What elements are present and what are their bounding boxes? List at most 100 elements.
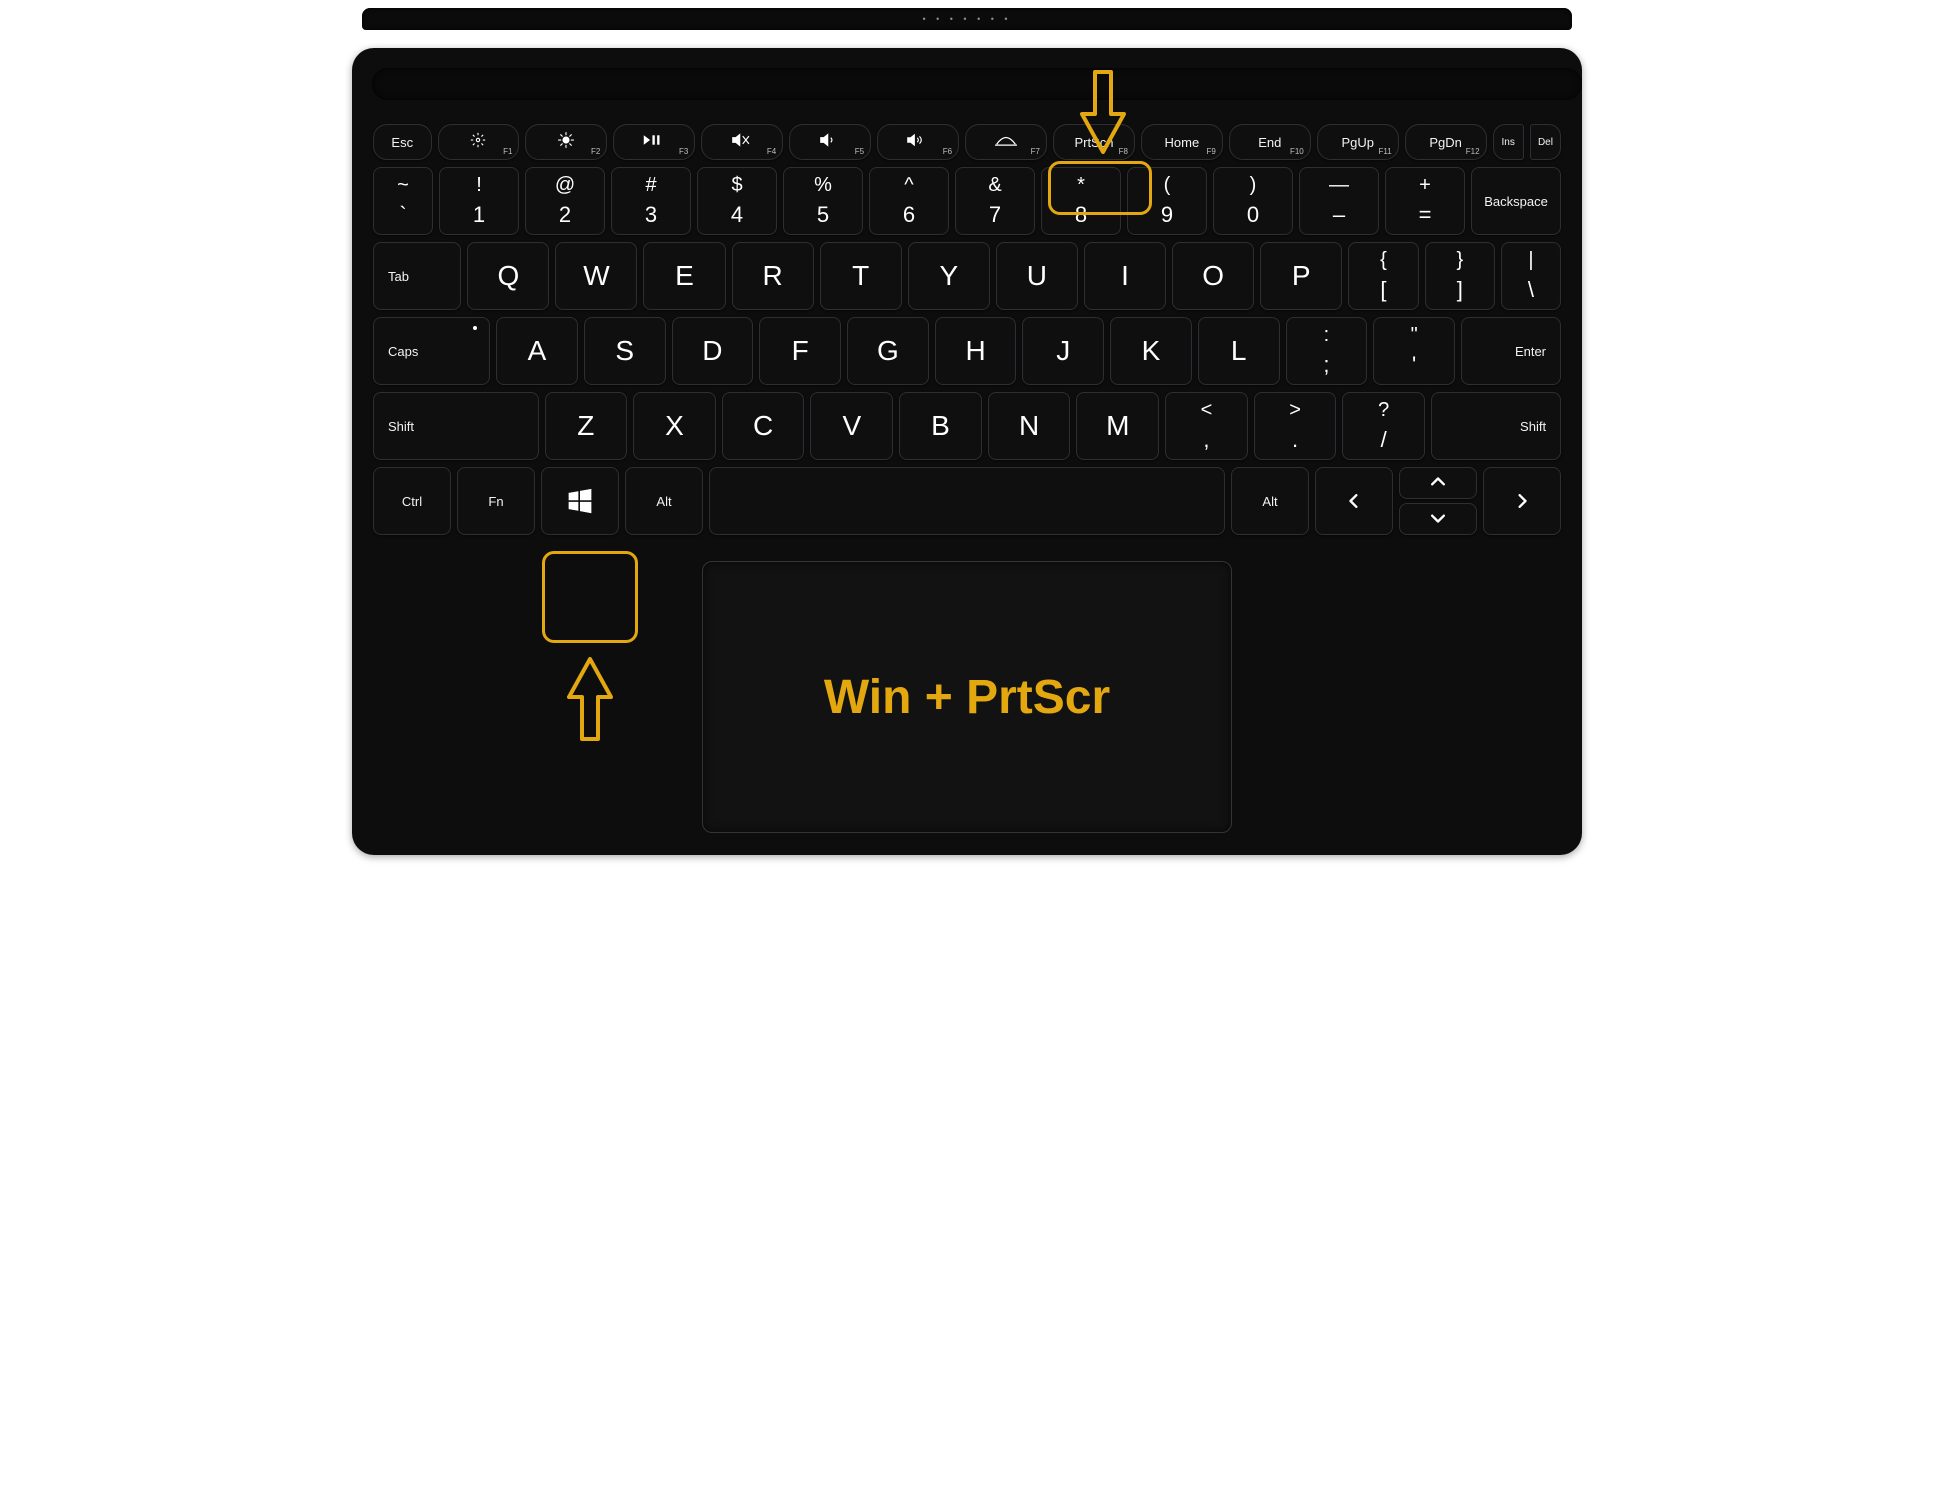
kb-bright-icon — [995, 133, 1017, 151]
overlay-caption: Win + PrtScr — [824, 670, 1110, 725]
keys-area: Esc F1 F2 F3 F4 — [373, 124, 1561, 535]
key-backtick[interactable]: ~` — [373, 167, 433, 235]
key-arrow-updown-group — [1399, 467, 1477, 535]
key-lbracket[interactable]: {[ — [1348, 242, 1418, 310]
key-7[interactable]: &7 — [955, 167, 1035, 235]
key-j[interactable]: J — [1022, 317, 1104, 385]
key-f1[interactable]: F1 — [438, 124, 520, 160]
key-f4[interactable]: F4 — [701, 124, 783, 160]
key-esc[interactable]: Esc — [373, 124, 432, 160]
key-k[interactable]: K — [1110, 317, 1192, 385]
key-pgdn[interactable]: PgDnF12 — [1405, 124, 1487, 160]
key-o[interactable]: O — [1172, 242, 1254, 310]
key-minus[interactable]: —– — [1299, 167, 1379, 235]
key-space[interactable] — [709, 467, 1225, 535]
key-alt-right[interactable]: Alt — [1231, 467, 1309, 535]
qwerty-row: Tab Q W E R T Y U I O P {[ }] |\ — [373, 242, 1561, 310]
key-shift-right[interactable]: Shift — [1431, 392, 1561, 460]
hinge-dots: • • • • • • • — [922, 14, 1011, 24]
key-arrow-right[interactable] — [1483, 467, 1561, 535]
key-backslash[interactable]: |\ — [1501, 242, 1561, 310]
key-x[interactable]: X — [633, 392, 716, 460]
key-u[interactable]: U — [996, 242, 1078, 310]
key-f3[interactable]: F3 — [613, 124, 695, 160]
key-h[interactable]: H — [935, 317, 1017, 385]
hinge-bar: • • • • • • • — [362, 8, 1572, 30]
key-p[interactable]: P — [1260, 242, 1342, 310]
key-m[interactable]: M — [1076, 392, 1159, 460]
number-row: ~` !1 @2 #3 $4 %5 ^6 &7 *8 (9 )0 —– += B… — [373, 167, 1561, 235]
windows-icon — [567, 488, 593, 514]
trackpad[interactable]: Win + PrtScr — [702, 561, 1232, 833]
key-pgup[interactable]: PgUpF11 — [1317, 124, 1399, 160]
key-windows[interactable] — [541, 467, 619, 535]
key-t[interactable]: T — [820, 242, 902, 310]
key-arrow-down[interactable] — [1399, 503, 1477, 535]
mute-icon — [732, 133, 752, 152]
key-f7[interactable]: F7 — [965, 124, 1047, 160]
key-3[interactable]: #3 — [611, 167, 691, 235]
key-d[interactable]: D — [672, 317, 754, 385]
key-del[interactable]: Del — [1530, 124, 1561, 160]
key-e[interactable]: E — [643, 242, 725, 310]
key-f2[interactable]: F2 — [525, 124, 607, 160]
asdf-row: Caps A S D F G H J K L :; "' Enter — [373, 317, 1561, 385]
key-2[interactable]: @2 — [525, 167, 605, 235]
chevron-up-icon — [1431, 474, 1445, 492]
key-0[interactable]: )0 — [1213, 167, 1293, 235]
key-rbracket[interactable]: }] — [1425, 242, 1495, 310]
key-8[interactable]: *8 — [1041, 167, 1121, 235]
key-equals[interactable]: += — [1385, 167, 1465, 235]
key-c[interactable]: C — [722, 392, 805, 460]
key-9[interactable]: (9 — [1127, 167, 1207, 235]
key-4[interactable]: $4 — [697, 167, 777, 235]
key-5[interactable]: %5 — [783, 167, 863, 235]
key-semicolon[interactable]: :; — [1286, 317, 1368, 385]
key-slash[interactable]: ?/ — [1342, 392, 1425, 460]
key-f6[interactable]: F6 — [877, 124, 959, 160]
key-y[interactable]: Y — [908, 242, 990, 310]
key-f[interactable]: F — [759, 317, 841, 385]
key-arrow-up[interactable] — [1399, 467, 1477, 499]
key-enter[interactable]: Enter — [1461, 317, 1561, 385]
key-b[interactable]: B — [899, 392, 982, 460]
key-l[interactable]: L — [1198, 317, 1280, 385]
brightness-up-icon — [557, 131, 575, 154]
key-a[interactable]: A — [496, 317, 578, 385]
bottom-row: Ctrl Fn Alt Alt — [373, 467, 1561, 535]
key-z[interactable]: Z — [545, 392, 628, 460]
key-g[interactable]: G — [847, 317, 929, 385]
key-n[interactable]: N — [988, 392, 1071, 460]
vol-down-icon — [820, 133, 840, 152]
key-tab[interactable]: Tab — [373, 242, 461, 310]
vol-up-icon — [907, 133, 929, 152]
play-pause-icon — [643, 133, 665, 152]
key-f5[interactable]: F5 — [789, 124, 871, 160]
key-comma[interactable]: <, — [1165, 392, 1248, 460]
key-backspace[interactable]: Backspace — [1471, 167, 1561, 235]
key-ins[interactable]: Ins — [1493, 124, 1524, 160]
key-quote[interactable]: "' — [1373, 317, 1455, 385]
key-home[interactable]: HomeF9 — [1141, 124, 1223, 160]
key-r[interactable]: R — [732, 242, 814, 310]
key-s[interactable]: S — [584, 317, 666, 385]
key-prtscn[interactable]: PrtScnF8 — [1053, 124, 1135, 160]
key-caps[interactable]: Caps — [373, 317, 490, 385]
key-arrow-left[interactable] — [1315, 467, 1393, 535]
key-ctrl[interactable]: Ctrl — [373, 467, 451, 535]
chevron-down-icon — [1431, 510, 1445, 528]
key-v[interactable]: V — [810, 392, 893, 460]
zxcv-row: Shift Z X C V B N M <, >. ?/ Shift — [373, 392, 1561, 460]
key-q[interactable]: Q — [467, 242, 549, 310]
key-period[interactable]: >. — [1254, 392, 1337, 460]
key-i[interactable]: I — [1084, 242, 1166, 310]
key-w[interactable]: W — [555, 242, 637, 310]
key-end[interactable]: EndF10 — [1229, 124, 1311, 160]
key-fn[interactable]: Fn — [457, 467, 535, 535]
key-6[interactable]: ^6 — [869, 167, 949, 235]
key-alt-left[interactable]: Alt — [625, 467, 703, 535]
key-shift-left[interactable]: Shift — [373, 392, 539, 460]
keyboard-diagram: • • • • • • • Esc F1 F2 F3 — [352, 8, 1582, 855]
key-1[interactable]: !1 — [439, 167, 519, 235]
function-row: Esc F1 F2 F3 F4 — [373, 124, 1561, 160]
